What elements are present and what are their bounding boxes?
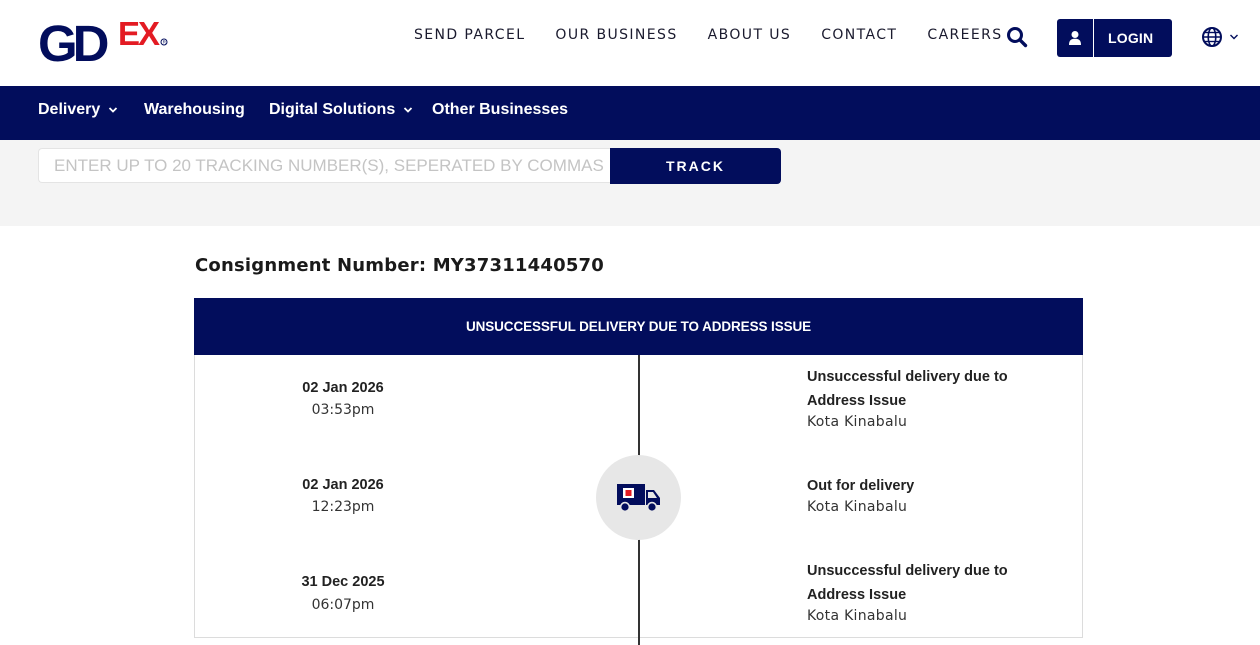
user-icon <box>1057 19 1094 57</box>
svg-text:EX: EX <box>118 15 160 52</box>
main-nav-warehousing[interactable]: Warehousing <box>144 101 245 119</box>
chevron-down-icon <box>1230 34 1238 40</box>
event-date: 02 Jan 2026 <box>302 477 384 493</box>
top-nav-careers[interactable]: CAREERS <box>927 27 1002 43</box>
globe-icon <box>1202 27 1222 47</box>
svg-text:GD: GD <box>38 15 108 64</box>
event-time: 12:23pm <box>311 499 375 515</box>
main-nav-delivery[interactable]: Delivery <box>38 101 118 119</box>
top-nav: SEND PARCEL OUR BUSINESS ABOUT US CONTAC… <box>414 27 1033 43</box>
main-nav-label: Delivery <box>38 101 101 118</box>
main-nav-digital-solutions[interactable]: Digital Solutions <box>269 101 413 119</box>
top-nav-contact[interactable]: CONTACT <box>821 27 897 43</box>
event-status: Unsuccessful delivery due to Address Iss… <box>807 369 1008 409</box>
main-nav-label: Digital Solutions <box>269 101 396 118</box>
event-date: 31 Dec 2025 <box>301 574 385 590</box>
main-nav-label: Other Businesses <box>432 101 569 118</box>
top-nav-our-business[interactable]: OUR BUSINESS <box>555 27 677 43</box>
tracking-band: TRACK <box>0 140 1260 226</box>
search-icon[interactable] <box>1006 26 1028 48</box>
login-label: LOGIN <box>1108 30 1154 46</box>
tracking-number-input[interactable] <box>38 148 610 183</box>
top-nav-send-parcel[interactable]: SEND PARCEL <box>414 27 525 43</box>
top-header: GD EX R SEND PARCEL OUR BUSINESS ABOUT U… <box>0 0 1260 86</box>
event-status: Unsuccessful delivery due to Address Iss… <box>807 563 1008 603</box>
chevron-down-icon <box>404 107 413 113</box>
top-nav-about-us[interactable]: ABOUT US <box>708 27 792 43</box>
delivery-truck-icon <box>596 455 681 540</box>
delivery-status-header: UNSUCCESSFUL DELIVERY DUE TO ADDRESS ISS… <box>194 298 1083 355</box>
track-button[interactable]: TRACK <box>610 148 781 184</box>
event-status: Out for delivery <box>807 478 915 494</box>
login-button[interactable]: LOGIN <box>1057 19 1172 57</box>
event-date: 02 Jan 2026 <box>302 380 384 396</box>
language-selector[interactable] <box>1201 26 1241 48</box>
main-nav: Delivery Warehousing Digital Solutions O… <box>0 86 1260 140</box>
gdex-logo[interactable]: GD EX R <box>38 12 170 64</box>
main-nav-other-businesses[interactable]: Other Businesses <box>432 101 568 119</box>
event-location: Kota Kinabalu <box>807 414 908 430</box>
chevron-down-icon <box>109 107 118 113</box>
main-nav-label: Warehousing <box>144 101 245 118</box>
event-time: 03:53pm <box>311 402 375 418</box>
event-location: Kota Kinabalu <box>807 499 908 515</box>
event-location: Kota Kinabalu <box>807 608 908 624</box>
consignment-number: Consignment Number: MY37311440570 <box>195 255 605 276</box>
event-time: 06:07pm <box>311 597 375 613</box>
